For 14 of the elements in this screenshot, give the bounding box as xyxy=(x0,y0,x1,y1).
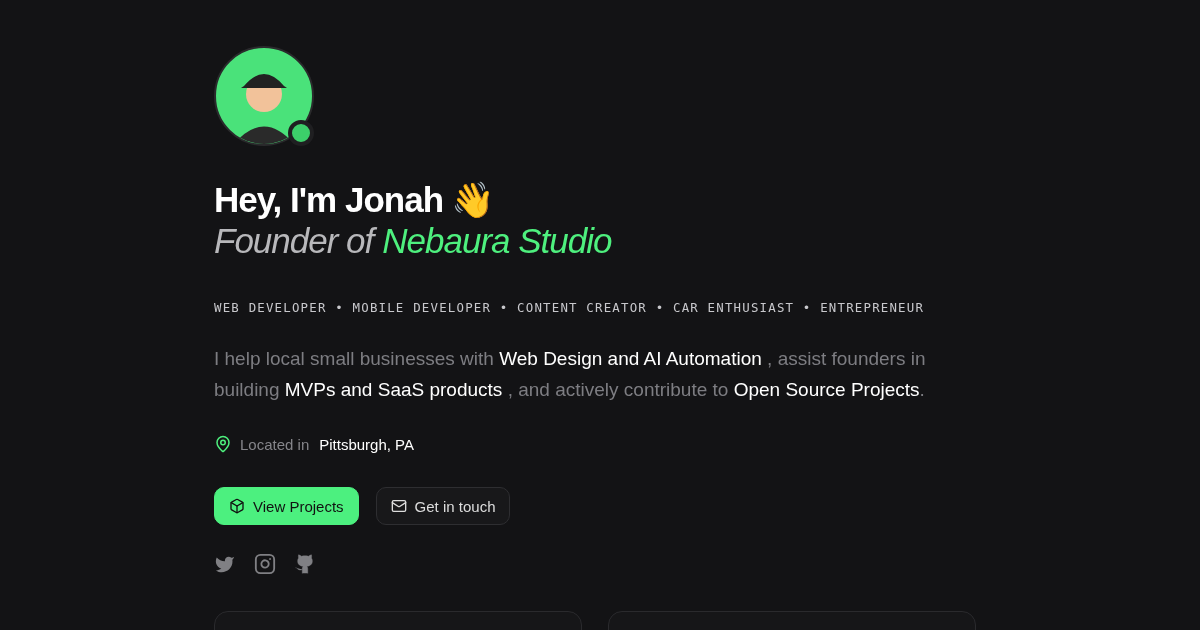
bio-paragraph: I help local small businesses with Web Design and AI Automation , assist founders in building MVPs and SaaS products , and actively contribute to Open Source Projects. xyxy=(214,347,927,402)
location-value: Pittsburgh, PA xyxy=(319,435,414,453)
greeting-heading: Hey, I'm Jonah xyxy=(214,180,444,220)
box-icon xyxy=(229,498,245,514)
view-projects-button[interactable]: View Projects xyxy=(214,487,359,525)
github-icon[interactable] xyxy=(294,553,316,575)
waving-hand-emoji: 👋 xyxy=(451,180,495,220)
roles-text: WEB DEVELOPER • MOBILE DEVELOPER • CONTENT CREATOR • CAR ENTHUSIAST • ENTREPRENEUR xyxy=(214,300,926,315)
contact-button[interactable]: Get in touch xyxy=(375,487,511,525)
instagram-icon[interactable] xyxy=(254,553,276,575)
location-pin-icon xyxy=(214,435,232,453)
studio-name: Nebaura Studio xyxy=(382,220,612,262)
location-label: Located in xyxy=(240,435,310,453)
mail-icon xyxy=(390,498,407,514)
